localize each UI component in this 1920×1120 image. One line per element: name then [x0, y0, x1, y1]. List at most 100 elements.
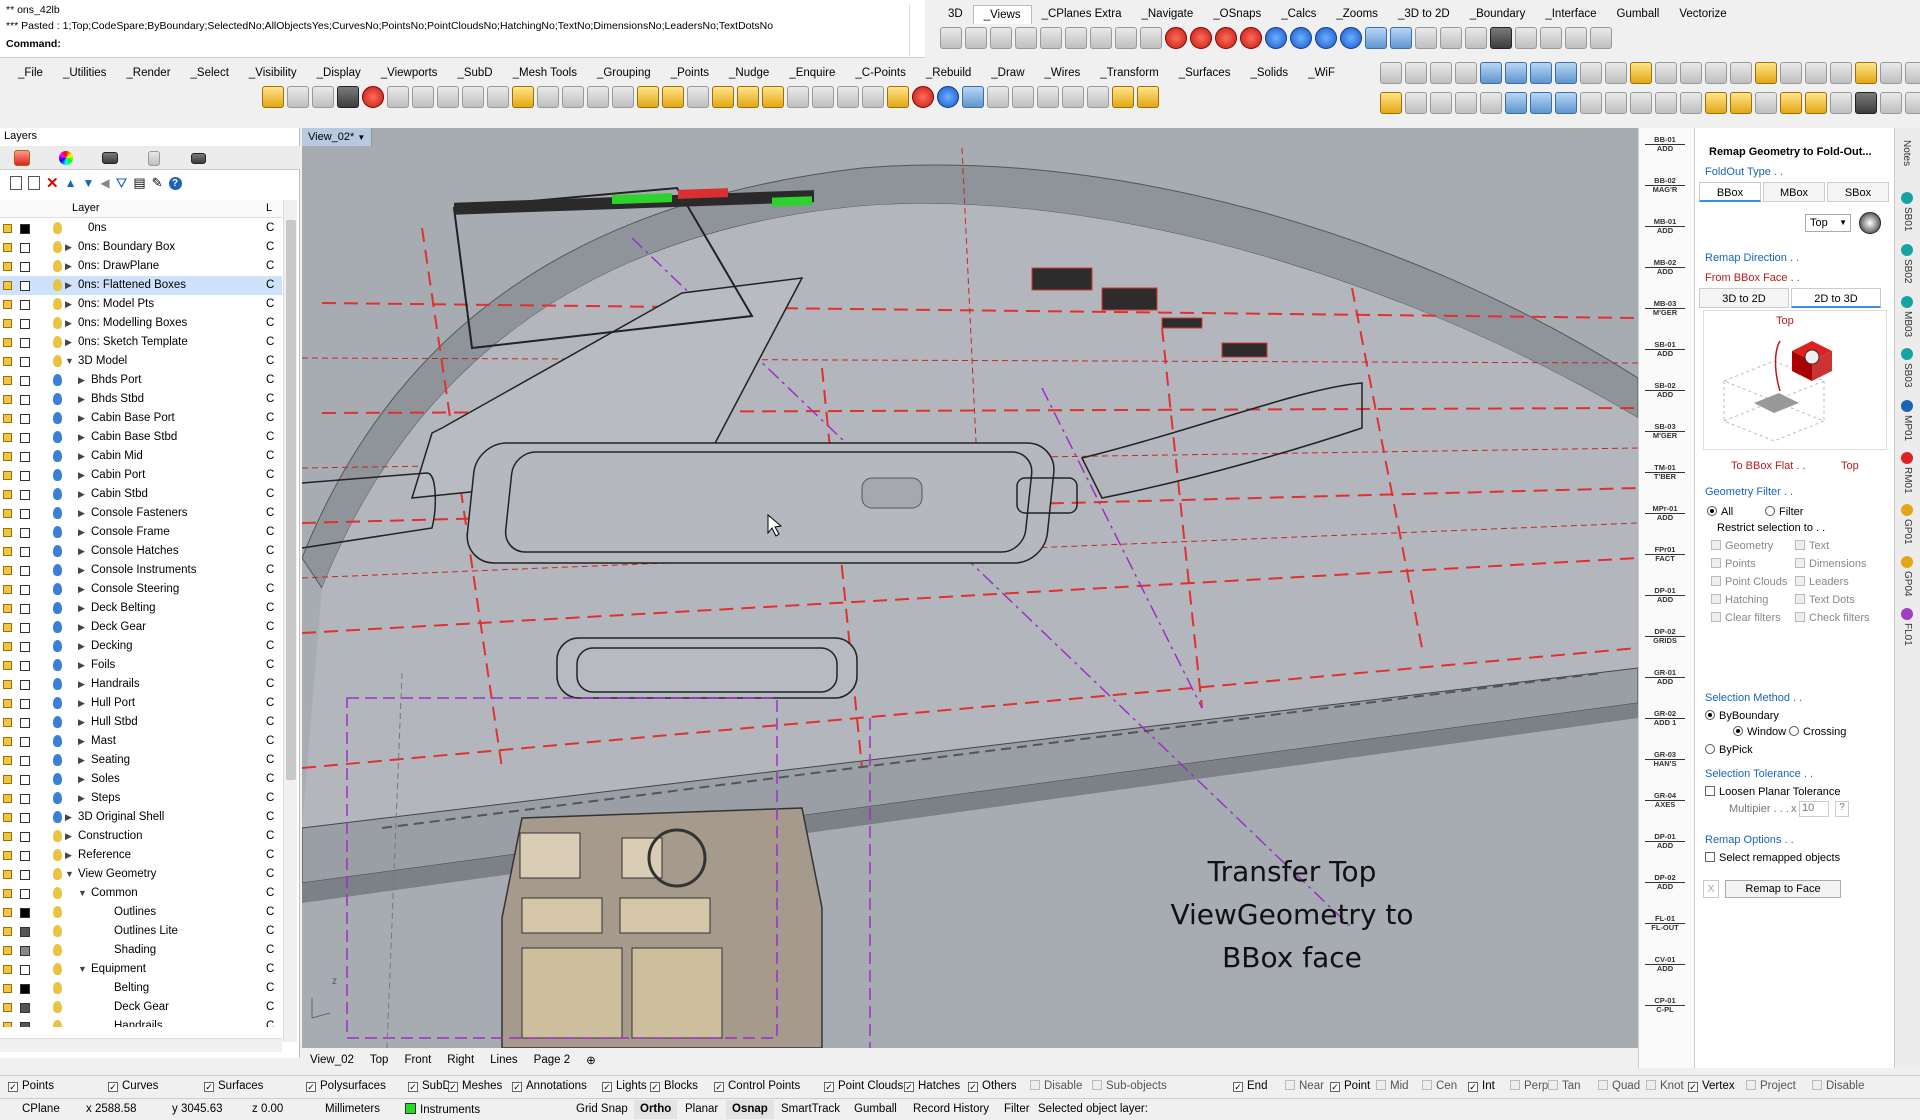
toolbar-tool-icon[interactable] [587, 86, 609, 108]
layer-color-swatch[interactable] [20, 794, 30, 804]
lock-icon[interactable] [3, 433, 12, 442]
lightbulb-icon[interactable] [53, 507, 62, 519]
layer-row[interactable]: ▶ Cabin Stbd C [0, 485, 282, 504]
toolbar-tool-icon[interactable] [1580, 92, 1602, 114]
chevron-right-icon[interactable]: ▶ [65, 333, 72, 352]
lock-icon[interactable] [3, 224, 12, 233]
cplane-label[interactable]: CPlane [22, 1103, 60, 1115]
layer-row[interactable]: ▶ 0ns: Modelling Boxes C [0, 314, 282, 333]
chevron-down-icon[interactable]: ▼ [78, 960, 87, 979]
layer-row[interactable]: ▼ Common C [0, 884, 282, 903]
toolbar-tool-icon[interactable] [1530, 62, 1552, 84]
move-up-icon[interactable]: ▲ [65, 176, 77, 190]
lightbulb-icon[interactable] [53, 982, 62, 994]
lock-icon[interactable] [3, 1022, 12, 1027]
chevron-right-icon[interactable]: ▶ [78, 713, 85, 732]
record-history-toggle[interactable]: Record History [913, 1103, 989, 1115]
lock-icon[interactable] [3, 604, 12, 613]
toolbar-tool-icon[interactable] [787, 86, 809, 108]
toolbar-tool-icon[interactable] [1037, 86, 1059, 108]
toolbar-tab[interactable]: _CPlanes Extra [1032, 5, 1132, 24]
lightbulb-icon[interactable] [53, 773, 62, 785]
filter-toggle[interactable]: Disable [1030, 1080, 1082, 1092]
lightbulb-icon[interactable] [53, 374, 62, 386]
layer-color-swatch[interactable] [20, 623, 30, 633]
lock-icon[interactable] [3, 376, 12, 385]
panel-vertical-tab[interactable]: MB03 [1901, 296, 1913, 337]
filter-checkbox[interactable]: Leaders [1795, 576, 1849, 588]
toolbar-tool-icon[interactable] [1780, 62, 1802, 84]
toolbar-tool-icon[interactable] [1830, 62, 1852, 84]
filter-checkbox[interactable]: Check filters [1795, 612, 1870, 624]
filter-icon[interactable]: ⛛ [116, 175, 128, 192]
lock-icon[interactable] [3, 414, 12, 423]
lightbulb-icon[interactable] [53, 298, 62, 310]
toolbar-tool-icon[interactable] [1190, 27, 1212, 49]
toolbar-tool-icon[interactable] [1112, 86, 1134, 108]
filter-toggle[interactable]: Sub-objects [1092, 1080, 1167, 1092]
properties-tab-icon[interactable] [132, 146, 176, 170]
chevron-down-icon[interactable]: ▼ [65, 352, 74, 371]
layer-row[interactable]: Outlines Lite C [0, 922, 282, 941]
display-tab-icon[interactable] [88, 146, 132, 170]
view-select[interactable]: Top ▼ [1805, 214, 1851, 232]
command-input[interactable] [68, 38, 908, 52]
lock-icon[interactable] [3, 718, 12, 727]
toolbar-tab[interactable]: _Boundary [1460, 5, 1536, 24]
planar-toggle[interactable]: Planar [685, 1103, 718, 1115]
layer-row[interactable]: ▶ Hull Port C [0, 694, 282, 713]
command-shortcut[interactable]: GR-02 ADD 1 [1645, 710, 1685, 727]
toolbar-tool-icon[interactable] [487, 86, 509, 108]
units-label[interactable]: Millimeters [325, 1103, 380, 1115]
layer-color-swatch[interactable] [20, 927, 30, 937]
toolbar-tab[interactable]: _OSnaps [1203, 5, 1271, 24]
layer-row[interactable]: ▶ Handrails C [0, 675, 282, 694]
lightbulb-icon[interactable] [53, 602, 62, 614]
delete-icon[interactable]: ✕ [46, 174, 59, 192]
command-shortcut[interactable]: GR-01 ADD [1645, 669, 1685, 686]
panel-vertical-tab[interactable]: FL01 [1901, 608, 1913, 646]
chevron-right-icon[interactable]: ▶ [78, 523, 85, 542]
command-shortcut[interactable]: MB-01 ADD [1645, 218, 1685, 235]
gumball-b-icon[interactable] [1859, 212, 1885, 236]
toolbar-tool-icon[interactable] [1905, 92, 1920, 114]
osnap-toggle[interactable]: ✓ Point [1330, 1080, 1370, 1092]
layer-row[interactable]: ▶ Console Hatches C [0, 542, 282, 561]
chevron-right-icon[interactable]: ▶ [78, 732, 85, 751]
layer-color-swatch[interactable] [20, 680, 30, 690]
filter-checkbox[interactable]: Clear filters [1711, 612, 1781, 624]
lock-icon[interactable] [3, 357, 12, 366]
chevron-right-icon[interactable]: ▶ [78, 409, 85, 428]
toolbar-tool-icon[interactable] [1655, 62, 1677, 84]
command-shortcut[interactable]: SB-01 ADD [1645, 341, 1685, 358]
viewport-tab[interactable]: Right [447, 1054, 474, 1066]
toolbar-tool-icon[interactable] [812, 86, 834, 108]
lock-icon[interactable] [3, 699, 12, 708]
toolbar-tool-icon[interactable] [1365, 27, 1387, 49]
command-shortcut[interactable]: BB-01 ADD [1645, 136, 1685, 153]
layer-row[interactable]: ▶ Cabin Port C [0, 466, 282, 485]
layer-color-swatch[interactable] [20, 338, 30, 348]
lightbulb-icon[interactable] [53, 868, 62, 880]
osnap-toggle[interactable]: ✓ Vertex [1688, 1080, 1735, 1092]
toolbar-tool-icon[interactable] [1440, 27, 1462, 49]
lock-icon[interactable] [3, 851, 12, 860]
lightbulb-icon[interactable] [53, 659, 62, 671]
lock-icon[interactable] [3, 984, 12, 993]
lightbulb-icon[interactable] [53, 792, 62, 804]
toolbar-tool-icon[interactable] [1137, 86, 1159, 108]
toolbar-tool-icon[interactable] [1380, 62, 1402, 84]
filter-toggle[interactable]: ✓ Points [8, 1080, 54, 1092]
byboundary-radio[interactable]: ByBoundary [1705, 710, 1779, 722]
chevron-right-icon[interactable]: ▶ [65, 257, 72, 276]
layer-color-swatch[interactable] [20, 547, 30, 557]
chevron-right-icon[interactable]: ▶ [78, 637, 85, 656]
lock-icon[interactable] [3, 680, 12, 689]
layer-row[interactable]: ▼ View Geometry C [0, 865, 282, 884]
osnap-toggle[interactable]: ✓ Int [1468, 1080, 1495, 1092]
command-shortcut[interactable]: BB-02 MAG'R [1645, 177, 1685, 194]
layer-color-swatch[interactable] [20, 813, 30, 823]
command-shortcut[interactable]: TM-01 T'BER [1645, 464, 1685, 481]
lightbulb-icon[interactable] [53, 564, 62, 576]
lock-icon[interactable] [3, 452, 12, 461]
